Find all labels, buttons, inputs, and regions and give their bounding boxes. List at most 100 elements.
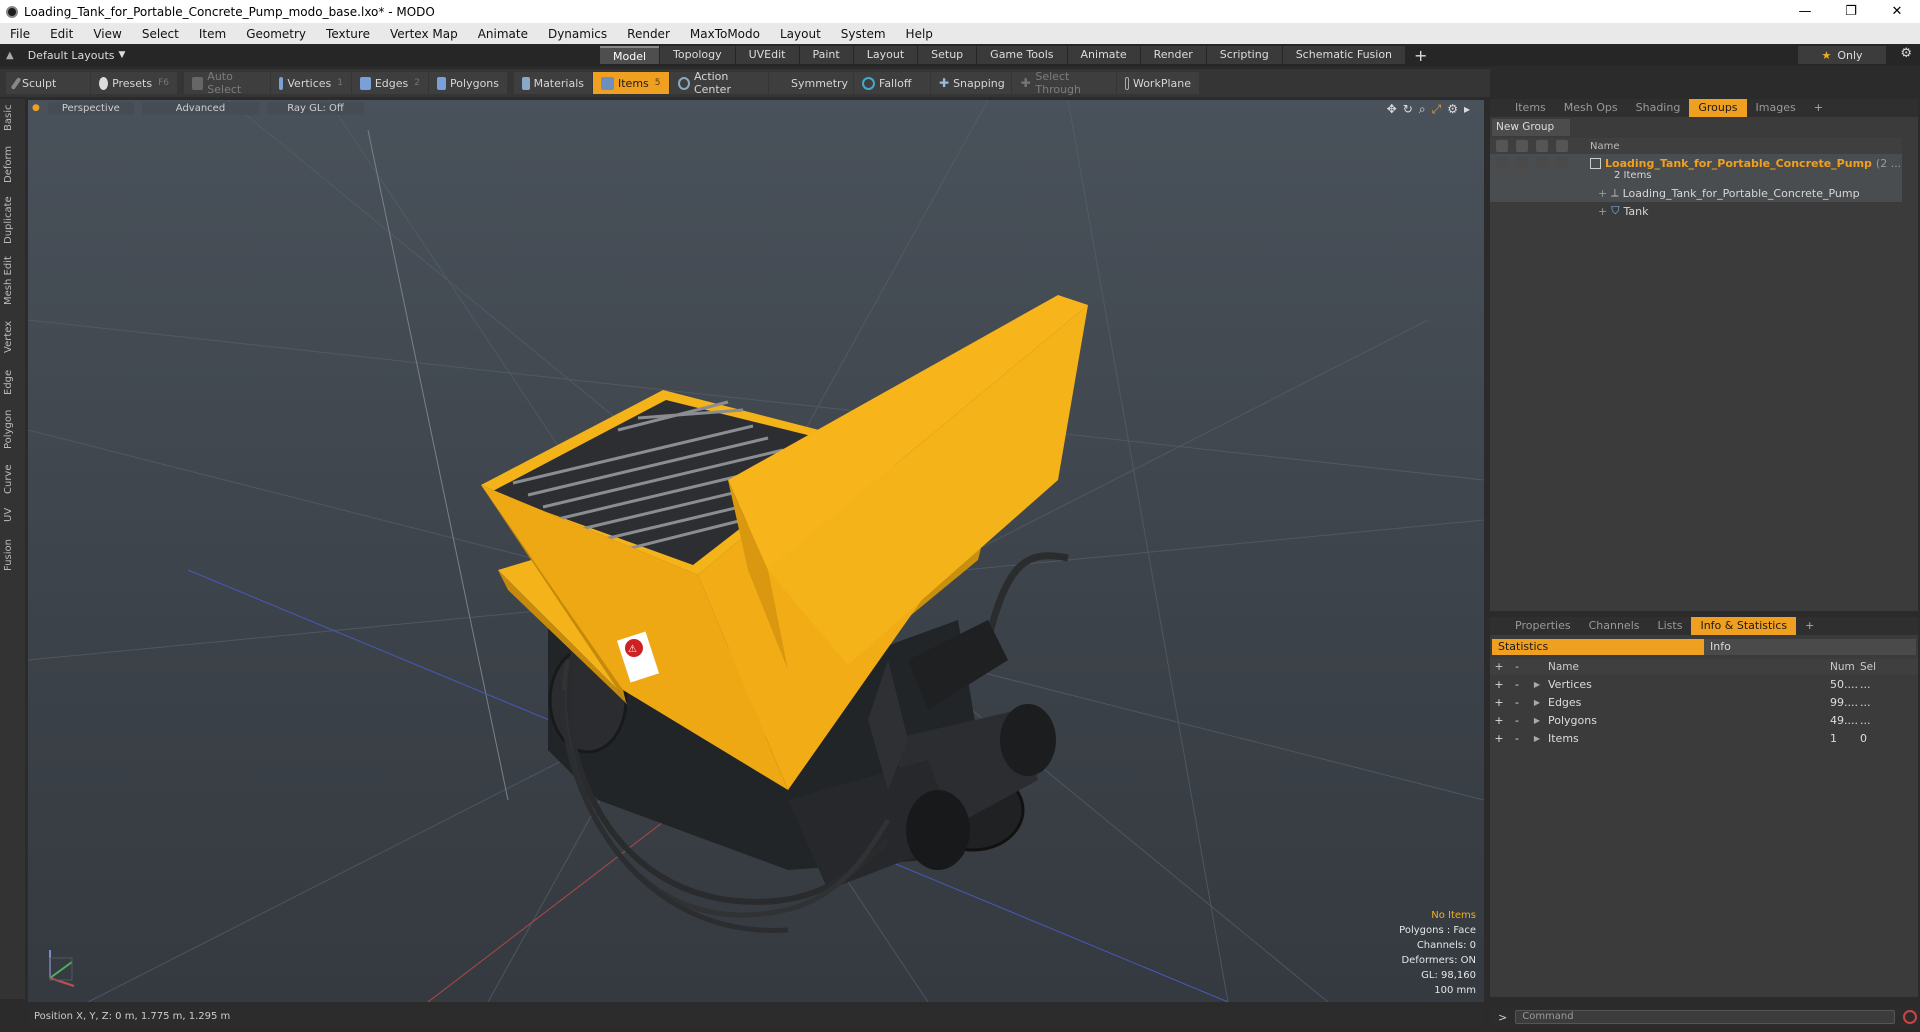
auto-select-button[interactable]: Auto Select: [184, 70, 270, 96]
tree-arrow-icon[interactable]: ▶: [1526, 698, 1548, 707]
tab-layout[interactable]: Layout: [853, 46, 918, 64]
menu-view[interactable]: View: [83, 27, 131, 41]
tab-channels[interactable]: Channels: [1580, 617, 1649, 635]
add-panel-tab-icon[interactable]: +: [1805, 99, 1832, 117]
collapse-icon[interactable]: -: [1508, 678, 1526, 691]
menu-render[interactable]: Render: [617, 27, 680, 41]
chevron-down-icon[interactable]: ▼: [119, 50, 126, 60]
tab-paint[interactable]: Paint: [799, 46, 853, 64]
tab-setup[interactable]: Setup: [918, 46, 977, 64]
menu-file[interactable]: File: [0, 27, 40, 41]
lefttab-duplicate[interactable]: Duplicate: [3, 195, 21, 245]
tab-items[interactable]: Items: [1506, 99, 1555, 117]
num-column-header[interactable]: Num: [1830, 661, 1860, 673]
sculpt-button[interactable]: Sculpt: [6, 72, 90, 94]
3d-viewport[interactable]: ⚠ ● Perspective Advanced Ray GL: Off ✥ ↻…: [28, 100, 1484, 1002]
edges-button[interactable]: Edges 2: [352, 72, 428, 94]
vertices-button[interactable]: Vertices 1: [271, 72, 351, 94]
group-child-row[interactable]: + ⟂ Loading_Tank_for_Portable_Concrete_P…: [1490, 184, 1902, 202]
tab-mesh-ops[interactable]: Mesh Ops: [1555, 99, 1627, 117]
maximize-button[interactable]: ❐: [1828, 4, 1874, 19]
lefttab-polygon[interactable]: Polygon: [3, 405, 21, 453]
menu-dynamics[interactable]: Dynamics: [538, 27, 617, 41]
presets-button[interactable]: Presets F6: [91, 72, 177, 94]
tab-images[interactable]: Images: [1747, 99, 1805, 117]
name-column-header[interactable]: Name: [1548, 661, 1830, 673]
subtab-info[interactable]: Info: [1704, 639, 1916, 655]
table-row[interactable]: + - ▶ Vertices 50.... ...: [1490, 675, 1918, 693]
menu-maxtomodo[interactable]: MaxToModo: [680, 27, 770, 41]
menu-system[interactable]: System: [831, 27, 896, 41]
lefttab-basic[interactable]: Basic: [3, 103, 21, 133]
tab-info-statistics[interactable]: Info & Statistics: [1691, 617, 1797, 635]
tab-animate[interactable]: Animate: [1067, 46, 1140, 64]
default-layouts-dropdown[interactable]: Default Layouts: [28, 49, 115, 62]
viewport-menu-dot[interactable]: ●: [32, 103, 40, 113]
collapse-icon[interactable]: -: [1508, 732, 1526, 745]
lock-column-icon[interactable]: [1536, 140, 1548, 152]
command-input[interactable]: Command: [1515, 1010, 1896, 1024]
maximize-view-icon[interactable]: ⤢: [1432, 102, 1442, 117]
new-group-button[interactable]: New Group: [1492, 119, 1570, 136]
tab-render[interactable]: Render: [1140, 46, 1206, 64]
falloff-button[interactable]: Falloff: [854, 72, 930, 94]
only-button[interactable]: ★ Only: [1798, 46, 1886, 64]
tab-shading[interactable]: Shading: [1627, 99, 1690, 117]
gear-icon[interactable]: ⚙: [1900, 46, 1912, 61]
minimize-button[interactable]: —: [1782, 4, 1828, 19]
symmetry-button[interactable]: Symmetry: [769, 72, 853, 94]
lefttab-fusion[interactable]: Fusion: [3, 535, 21, 575]
menu-help[interactable]: Help: [896, 27, 943, 41]
render-column-icon[interactable]: [1516, 140, 1528, 152]
subtab-statistics[interactable]: Statistics: [1492, 639, 1704, 655]
tab-game-tools[interactable]: Game Tools: [977, 46, 1067, 64]
group-row[interactable]: Loading_Tank_for_Portable_Concrete_Pump …: [1490, 154, 1902, 184]
close-button[interactable]: ✕: [1874, 4, 1920, 19]
menu-vertex-map[interactable]: Vertex Map: [380, 27, 468, 41]
tab-model[interactable]: Model: [600, 46, 660, 64]
menu-item[interactable]: Item: [189, 27, 236, 41]
menu-layout[interactable]: Layout: [770, 27, 831, 41]
zoom-view-icon[interactable]: ⌕: [1419, 102, 1426, 117]
polygons-button[interactable]: Polygons: [429, 72, 507, 94]
viewport-expand-icon[interactable]: ▸: [1464, 102, 1470, 117]
expand-icon[interactable]: +: [1490, 714, 1508, 727]
tree-arrow-icon[interactable]: ▶: [1526, 680, 1548, 689]
table-row[interactable]: + - ▶ Items 1 0: [1490, 729, 1918, 747]
layout-collapse-icon[interactable]: ▲: [6, 50, 14, 61]
select-column-icon[interactable]: [1556, 140, 1568, 152]
collapse-all-icon[interactable]: -: [1508, 661, 1526, 673]
tab-lists[interactable]: Lists: [1649, 617, 1692, 635]
viewport-settings-icon[interactable]: ⚙: [1447, 102, 1458, 117]
render-icon[interactable]: [1516, 157, 1528, 169]
items-button[interactable]: Items 5: [593, 72, 669, 94]
table-row[interactable]: + - ▶ Edges 99.... ...: [1490, 693, 1918, 711]
lock-icon[interactable]: [1536, 157, 1548, 169]
menu-edit[interactable]: Edit: [40, 27, 83, 41]
menu-select[interactable]: Select: [132, 27, 189, 41]
eye-icon[interactable]: [1496, 157, 1508, 169]
materials-button[interactable]: Materials: [514, 72, 592, 94]
tab-groups[interactable]: Groups: [1689, 99, 1747, 117]
sel-column-header[interactable]: Sel: [1860, 661, 1890, 673]
snapping-button[interactable]: ✚ Snapping: [931, 72, 1011, 94]
tab-topology[interactable]: Topology: [660, 46, 735, 64]
raygl-toggle[interactable]: Ray GL: Off: [267, 101, 364, 115]
table-row[interactable]: + - ▶ Polygons 49.... ...: [1490, 711, 1918, 729]
select-icon[interactable]: [1556, 157, 1568, 169]
lefttab-edge[interactable]: Edge: [3, 367, 21, 397]
add-panel-tab-icon[interactable]: +: [1796, 617, 1823, 635]
add-tab-icon[interactable]: +: [1414, 46, 1427, 65]
expand-icon[interactable]: +: [1490, 678, 1508, 691]
lefttab-vertex[interactable]: Vertex: [3, 317, 21, 357]
visibility-column-icon[interactable]: [1496, 140, 1508, 152]
tree-arrow-icon[interactable]: ▶: [1526, 716, 1548, 725]
lefttab-mesh-edit[interactable]: Mesh Edit: [3, 255, 21, 307]
tab-scripting[interactable]: Scripting: [1206, 46, 1282, 64]
collapse-icon[interactable]: -: [1508, 696, 1526, 709]
name-column-header[interactable]: Name: [1590, 141, 1620, 152]
menu-texture[interactable]: Texture: [316, 27, 380, 41]
collapse-icon[interactable]: -: [1508, 714, 1526, 727]
lefttab-deform[interactable]: Deform: [3, 143, 21, 185]
rotate-view-icon[interactable]: ↻: [1403, 102, 1413, 117]
